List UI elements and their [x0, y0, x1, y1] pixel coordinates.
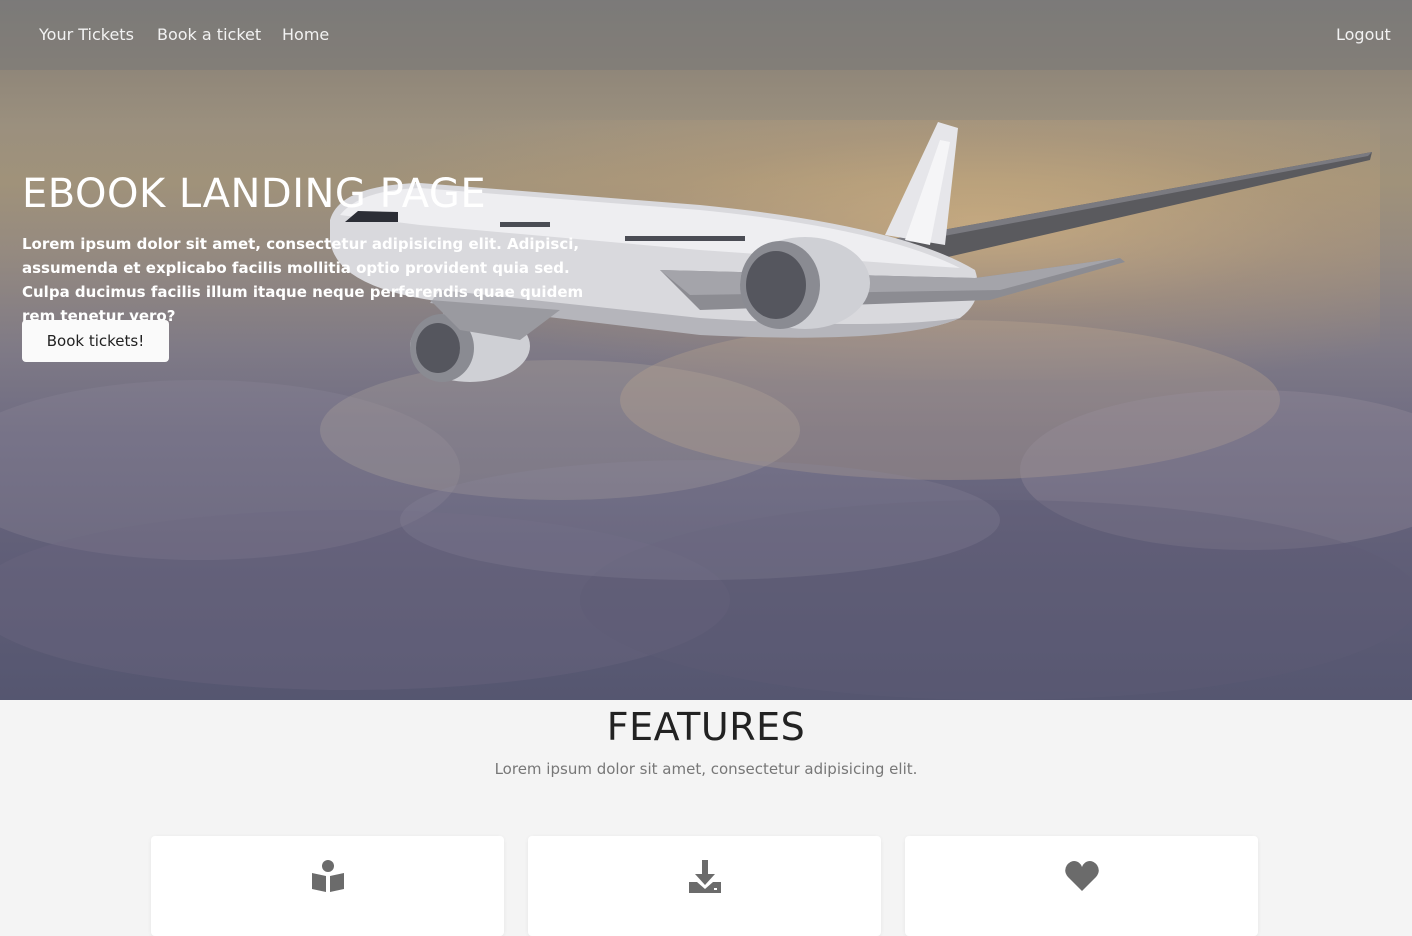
- features-section: FEATURES Lorem ipsum dolor sit amet, con…: [0, 700, 1412, 936]
- features-title: FEATURES: [606, 705, 806, 749]
- nav-link-your-tickets[interactable]: Your Tickets: [39, 24, 134, 46]
- feature-card: [151, 836, 504, 936]
- book-tickets-button[interactable]: Book tickets!: [22, 320, 169, 362]
- nav-link-book-a-ticket[interactable]: Book a ticket: [157, 24, 261, 46]
- feature-card: [905, 836, 1258, 936]
- download-icon: [689, 860, 721, 893]
- airplane-image: [330, 122, 1372, 382]
- feature-card: [528, 836, 881, 936]
- nav-link-home[interactable]: Home: [282, 24, 329, 46]
- book-reader-icon: [312, 860, 344, 892]
- logout-link[interactable]: Logout: [1336, 24, 1391, 46]
- heart-icon: [1065, 861, 1099, 891]
- hero-title: EBOOK LANDING PAGE: [22, 171, 487, 217]
- top-navbar: Your Tickets Book a ticket Home Logout: [0, 0, 1412, 70]
- hero-description: Lorem ipsum dolor sit amet, consectetur …: [22, 235, 584, 325]
- hero-section: Your Tickets Book a ticket Home Logout E…: [0, 0, 1412, 700]
- features-subtitle: Lorem ipsum dolor sit amet, consectetur …: [494, 760, 918, 778]
